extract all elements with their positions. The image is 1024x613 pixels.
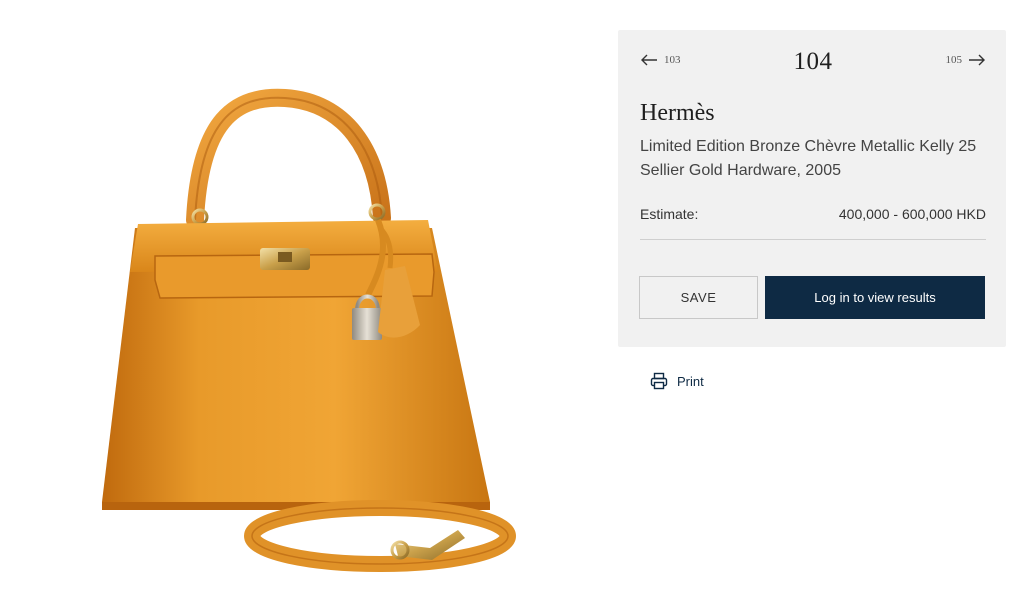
- product-image[interactable]: [60, 60, 560, 600]
- print-link[interactable]: Print: [650, 372, 704, 390]
- estimate-value: 400,000 - 600,000 HKD: [838, 206, 986, 222]
- lot-title: Limited Edition Bronze Chèvre Metallic K…: [640, 138, 977, 179]
- estimate-row: Estimate: 400,000 - 600,000 HKD: [640, 206, 986, 240]
- arrow-right-icon: [969, 54, 985, 66]
- lot-navigation: 103 104 105: [640, 48, 986, 78]
- lot-info-panel: 103 104 105 Hermès Limited Edition Bronz…: [618, 30, 1006, 347]
- estimate-label: Estimate:: [640, 206, 699, 222]
- print-label: Print: [677, 373, 704, 389]
- lot-detail-page: 103 104 105 Hermès Limited Edition Bronz…: [0, 0, 1024, 613]
- next-lot-number: 105: [945, 54, 963, 66]
- lot-maker: Hermès: [640, 100, 715, 126]
- next-lot-link[interactable]: 105: [946, 54, 987, 66]
- save-button[interactable]: SAVE: [639, 276, 758, 319]
- lot-number: 104: [793, 48, 833, 75]
- printer-icon: [650, 372, 668, 390]
- login-to-view-results-button[interactable]: Log in to view results: [765, 276, 985, 319]
